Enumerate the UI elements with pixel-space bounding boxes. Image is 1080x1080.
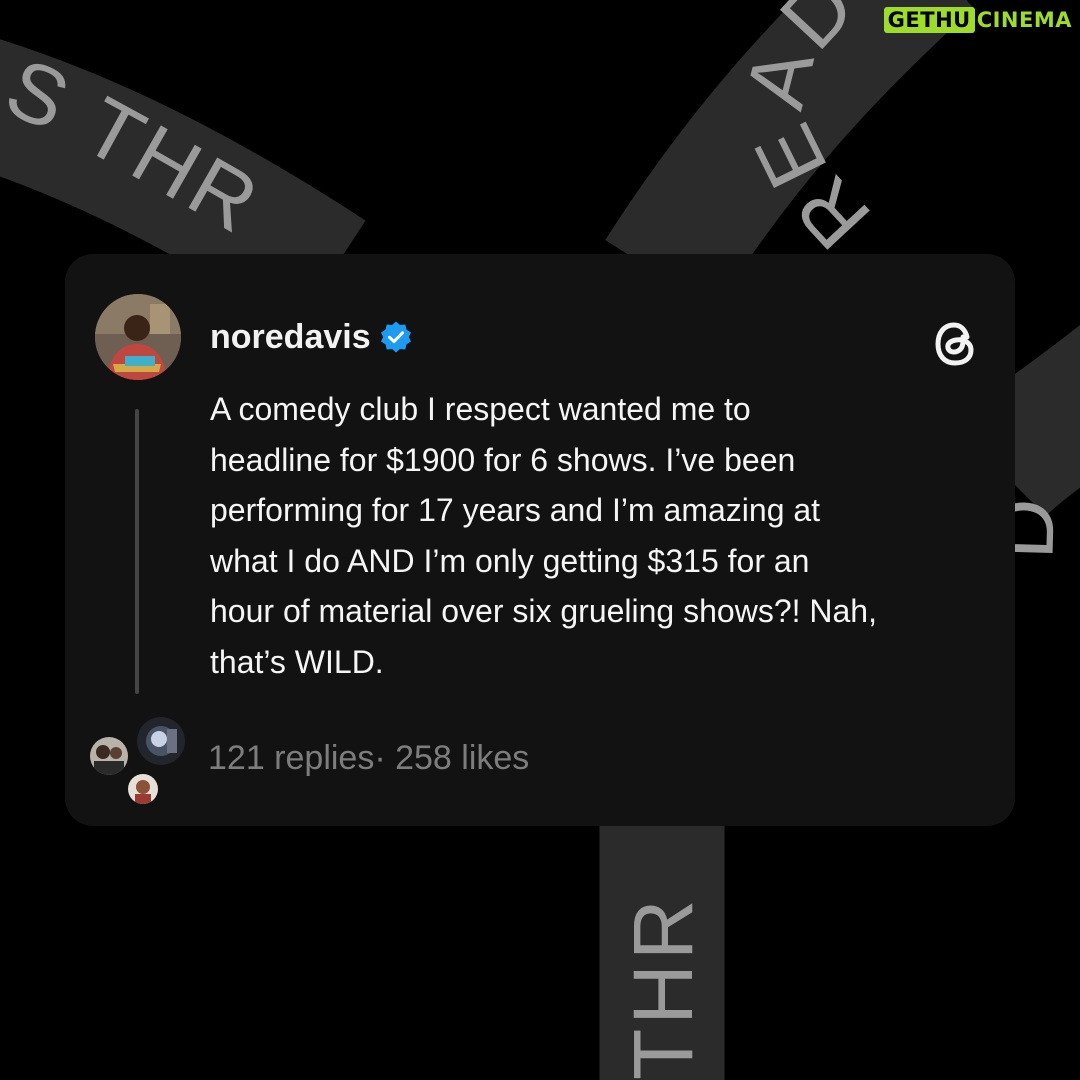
watermark-part-b: CINEMA <box>976 8 1072 32</box>
author-row: noredavis <box>210 316 413 358</box>
reply-avatars-group[interactable] <box>87 714 188 809</box>
reply-avatar-2 <box>134 714 188 768</box>
reply-avatar-3 <box>125 771 161 807</box>
watermark-logo: GETHU CINEMA <box>883 6 1072 34</box>
threads-logo-icon[interactable] <box>927 316 983 372</box>
post-body-text: A comedy club I respect wanted me to hea… <box>210 391 877 680</box>
ribbon-text-bottom: THR <box>616 895 710 1080</box>
avatar-photo <box>95 294 181 380</box>
engagement-stats[interactable]: 121 replies· 258 likes <box>208 739 529 778</box>
threads-post-screenshot: S THR READS D THR GETHU CINEMA <box>0 0 1080 1080</box>
author-avatar[interactable] <box>95 294 181 380</box>
post-card: noredavis A comedy club I respect wanted… <box>65 254 1015 826</box>
verified-badge-icon <box>380 321 411 353</box>
watermark-part-a: GETHU <box>883 7 975 33</box>
reply-avatar-1 <box>87 734 131 778</box>
thread-connector-line <box>135 409 139 694</box>
author-username[interactable]: noredavis <box>210 318 371 357</box>
